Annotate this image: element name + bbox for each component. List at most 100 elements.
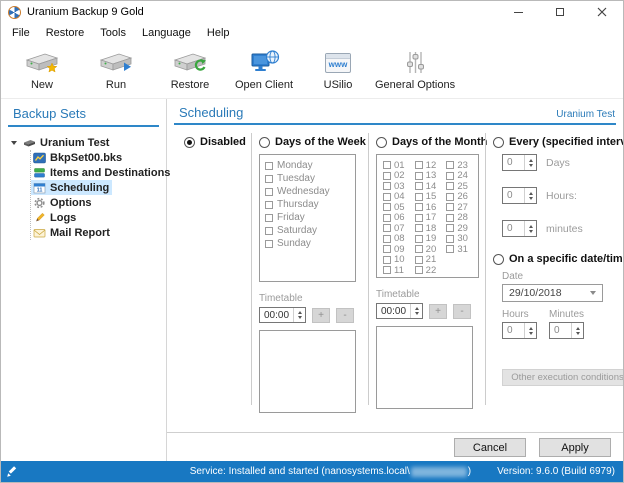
weekday-checkbox[interactable]: Tuesday xyxy=(265,172,350,185)
maximize-button[interactable] xyxy=(539,1,581,23)
toolbar-run-button[interactable]: Run xyxy=(79,47,153,91)
apply-button[interactable]: Apply xyxy=(539,438,611,457)
monthday-checkbox[interactable]: 28 xyxy=(446,212,475,223)
menu-restore[interactable]: Restore xyxy=(38,25,93,41)
monthday-checkbox[interactable]: 23 xyxy=(446,160,475,171)
tree-item-scheduling[interactable]: 11 Scheduling xyxy=(31,180,113,195)
monthday-checkbox[interactable]: 21 xyxy=(414,254,444,265)
monthday-checkbox[interactable]: 13 xyxy=(414,170,444,181)
toolbar-run-label: Run xyxy=(105,79,127,91)
monthday-checkbox[interactable]: 29 xyxy=(446,223,475,234)
interval-days-spinner[interactable]: 0 xyxy=(502,154,537,171)
monthday-checkbox[interactable]: 19 xyxy=(414,233,444,245)
monthday-checkbox[interactable]: 04 xyxy=(383,191,412,202)
monthday-checkbox[interactable]: 12 xyxy=(414,160,444,171)
month-add-time-button[interactable]: + xyxy=(429,303,447,319)
toolbar-general-options-button[interactable]: General Options xyxy=(375,47,455,91)
monthday-checkbox[interactable]: 26 xyxy=(446,191,475,202)
menu-file[interactable]: File xyxy=(4,25,38,41)
tree-root-uranium-test[interactable]: Uranium Test xyxy=(9,135,166,150)
monthday-checkbox[interactable]: 08 xyxy=(383,233,412,245)
monthday-checkbox[interactable]: 24 xyxy=(446,170,475,181)
close-button[interactable] xyxy=(581,1,623,23)
monthday-checkbox[interactable]: 22 xyxy=(414,265,444,276)
month-times-list[interactable] xyxy=(376,326,473,409)
specific-hours-spinner[interactable]: 0 xyxy=(502,322,537,339)
monthday-checkbox[interactable]: 01 xyxy=(383,160,412,171)
radio-specific-datetime[interactable]: On a specific date/time xyxy=(493,253,623,265)
menu-language[interactable]: Language xyxy=(134,25,199,41)
toolbar-open-client-button[interactable]: Open Client xyxy=(227,47,301,91)
items-icon xyxy=(33,167,46,179)
toolbar-new-button[interactable]: New xyxy=(5,47,79,91)
monthday-checkbox[interactable]: 02 xyxy=(383,170,412,182)
monthday-checkbox[interactable]: 10 xyxy=(383,254,412,265)
tree-item-mail-report[interactable]: Mail Report xyxy=(31,225,113,240)
radio-days-of-week[interactable]: Days of the Week xyxy=(259,136,366,148)
toolbar-usilio-button[interactable]: www USilio xyxy=(301,47,375,91)
weekday-checkbox[interactable]: Wednesday xyxy=(265,185,350,198)
menu-tools[interactable]: Tools xyxy=(92,25,134,41)
other-execution-conditions-button[interactable]: Other execution conditions xyxy=(502,369,623,386)
monthday-checkbox[interactable]: 09 xyxy=(383,244,412,255)
weekday-checkbox[interactable]: Thursday xyxy=(265,198,350,211)
monthday-label: 08 xyxy=(394,233,405,245)
checkbox-icon xyxy=(414,234,423,243)
week-remove-time-button[interactable]: - xyxy=(336,307,354,323)
interval-minutes-spinner[interactable]: 0 xyxy=(502,220,537,237)
monthday-checkbox[interactable]: 03 xyxy=(383,181,412,192)
weekday-checkbox[interactable]: Friday xyxy=(265,211,350,224)
monthday-checkbox[interactable]: 20 xyxy=(414,244,444,255)
chevron-down-icon[interactable] xyxy=(11,140,17,145)
interval-hours-spinner[interactable]: 0 xyxy=(502,187,537,204)
radio-interval[interactable]: Every (specified interval) xyxy=(493,136,623,148)
weekday-checkbox[interactable]: Saturday xyxy=(265,224,350,237)
week-add-time-button[interactable]: + xyxy=(312,307,330,323)
week-times-list[interactable] xyxy=(259,330,356,413)
spinner-arrows[interactable] xyxy=(571,323,583,338)
spinner-arrows[interactable] xyxy=(524,221,536,236)
menu-help[interactable]: Help xyxy=(199,25,238,41)
month-remove-time-button[interactable]: - xyxy=(453,303,471,319)
weekday-checkbox[interactable]: Monday xyxy=(265,159,350,172)
tree-item-label: Logs xyxy=(50,211,77,224)
spinner-arrows[interactable] xyxy=(410,304,422,318)
monthday-label: 03 xyxy=(394,180,405,192)
date-dropdown[interactable]: 29/10/2018 xyxy=(502,284,603,302)
monthday-checkbox[interactable]: 31 xyxy=(446,244,475,255)
toolbar-restore-button[interactable]: Restore xyxy=(153,47,227,91)
monthday-checkbox[interactable]: 16 xyxy=(414,202,444,213)
weekday-checkbox[interactable]: Sunday xyxy=(265,237,350,250)
monthday-label: 19 xyxy=(425,233,437,245)
radio-days-of-month[interactable]: Days of the Month xyxy=(376,136,487,148)
tree-item-options[interactable]: Options xyxy=(31,195,95,210)
tree-item-logs[interactable]: Logs xyxy=(31,210,79,225)
monthday-checkbox[interactable]: 15 xyxy=(414,191,444,202)
radio-disabled[interactable]: Disabled xyxy=(184,136,246,148)
monthday-checkbox[interactable]: 05 xyxy=(383,202,412,213)
spinner-arrows[interactable] xyxy=(293,308,305,322)
week-time-spinner[interactable]: 00:00 xyxy=(259,307,306,323)
spinner-arrows[interactable] xyxy=(524,155,536,170)
toolbar-restore-label: Restore xyxy=(170,79,210,91)
tree-item-items-destinations[interactable]: Items and Destinations xyxy=(31,165,173,180)
minimize-button[interactable] xyxy=(497,1,539,23)
monthday-checkbox[interactable]: 17 xyxy=(414,212,444,223)
monthday-checkbox[interactable]: 14 xyxy=(414,181,444,192)
cancel-button[interactable]: Cancel xyxy=(454,438,526,457)
monthday-checkbox[interactable]: 30 xyxy=(446,233,475,244)
chevron-down-icon xyxy=(590,291,596,295)
month-time-spinner[interactable]: 00:00 xyxy=(376,303,423,319)
monthday-label: 02 xyxy=(394,170,405,182)
specific-minutes-spinner[interactable]: 0 xyxy=(549,322,584,339)
monthday-checkbox[interactable]: 07 xyxy=(383,223,412,234)
monthday-checkbox[interactable]: 18 xyxy=(414,223,444,234)
monthday-checkbox[interactable]: 27 xyxy=(446,202,475,213)
spinner-arrows[interactable] xyxy=(524,323,536,338)
monthday-checkbox[interactable]: 25 xyxy=(446,181,475,192)
spin-up-icon xyxy=(575,326,580,330)
monthday-checkbox[interactable]: 11 xyxy=(383,265,412,276)
tree-item-bkpset[interactable]: BkpSet00.bks xyxy=(31,150,125,165)
spinner-arrows[interactable] xyxy=(524,188,536,203)
monthday-checkbox[interactable]: 06 xyxy=(383,212,412,223)
